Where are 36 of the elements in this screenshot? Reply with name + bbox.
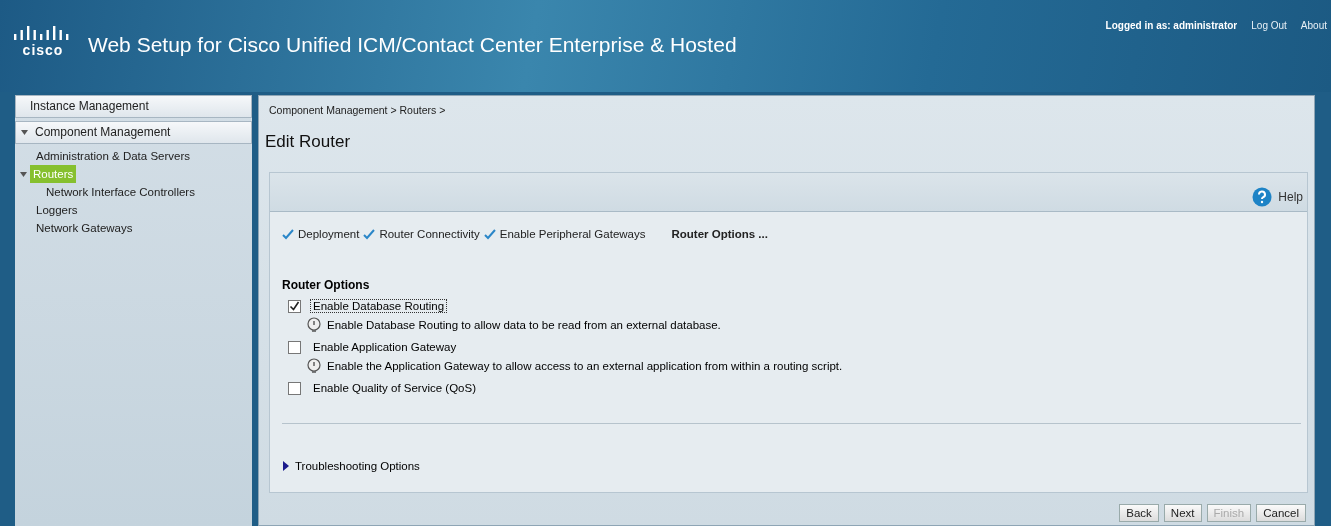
wizard-button[interactable]: Back (1119, 504, 1159, 522)
wizard-step: Deployment (298, 228, 360, 240)
info-bulb-icon (306, 317, 322, 333)
wizard-button[interactable]: Cancel (1256, 504, 1306, 522)
section-title: Router Options (282, 278, 371, 292)
checkbox[interactable] (288, 340, 301, 354)
checkbox[interactable] (288, 381, 301, 395)
sidebar-section[interactable]: Instance Management (15, 95, 252, 118)
info-bulb-icon (306, 358, 322, 374)
header-link[interactable]: Log Out (1251, 20, 1287, 31)
page-title: Edit Router (265, 132, 352, 152)
help-icon (1252, 187, 1273, 207)
checkbox-label[interactable]: Enable Quality of Service (QoS) (310, 381, 479, 395)
header-link[interactable]: About (1300, 20, 1327, 31)
sidebar-section[interactable]: Component Management (15, 121, 252, 144)
help-button[interactable]: Help (1252, 187, 1303, 207)
sidebar-item[interactable]: Network Interface Controllers (43, 183, 198, 201)
sidebar-item[interactable]: Network Gateways (33, 219, 136, 237)
checkbox-label[interactable]: Enable Application Gateway (310, 340, 460, 354)
checkbox-label[interactable]: Enable Database Routing (310, 299, 448, 313)
logged-in-user: Logged in as: administrator (1105, 20, 1238, 31)
sidebar-item[interactable]: Loggers (33, 201, 81, 219)
app-title: Web Setup for Cisco Unified ICM/Contact Center Enterprise & Hosted (88, 33, 737, 57)
wizard-button[interactable]: Next (1163, 504, 1202, 522)
expand-arrow-icon (21, 130, 28, 135)
wizard-step: Enable Peripheral Gateways (499, 228, 646, 240)
breadcrumb: Component Management > Routers > (269, 104, 447, 116)
troubleshooting-toggle[interactable]: Troubleshooting Options (282, 460, 1301, 472)
hint-text: Enable the Application Gateway to allow access to an external application from within a routing script. (327, 360, 843, 372)
expand-arrow-icon (282, 461, 290, 471)
sidebar-item[interactable]: Administration & Data Servers (33, 147, 194, 165)
wizard-step: Router Connectivity (379, 228, 480, 240)
wizard-step: Router Options ... (671, 228, 768, 240)
checkbox[interactable] (288, 299, 301, 313)
hint-text: Enable Database Routing to allow data to be read from an external database. (327, 319, 721, 331)
logo-text: cisco (22, 43, 64, 57)
